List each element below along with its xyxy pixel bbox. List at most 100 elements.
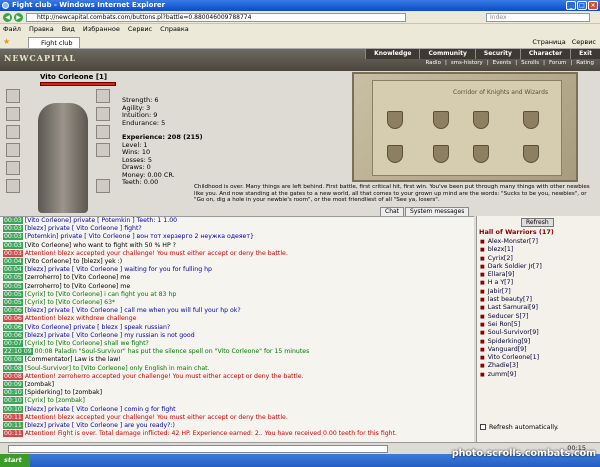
ie-logo-icon xyxy=(2,2,9,9)
menu-help[interactable]: Справка xyxy=(160,24,189,35)
hall-emblem-icon[interactable] xyxy=(473,145,489,163)
hall-emblem-icon[interactable] xyxy=(387,111,403,129)
page-menu[interactable]: Страница xyxy=(532,38,565,46)
chat-message: 22:10 09 00:08 Paladin "Soul-Survivor" h… xyxy=(0,348,474,356)
nav-character[interactable]: Character xyxy=(519,49,571,59)
chat-message: 00:08 [Commentator] Law is the law! xyxy=(0,356,474,364)
online-user[interactable]: Cyrix[2] xyxy=(480,255,542,263)
character-name-text[interactable]: Vito Corleone xyxy=(40,73,93,81)
game-header: NEWCAPITAL Knowledge Community Security … xyxy=(0,49,600,71)
chat-message: 00:03 [Vito Corleone] who want to fight … xyxy=(0,241,474,250)
equipment-slots xyxy=(6,87,114,222)
menu-view[interactable]: Вид xyxy=(62,24,75,35)
online-user[interactable]: Last Samurai[9] xyxy=(480,304,542,312)
forward-arrow-icon[interactable]: ▶ xyxy=(14,13,23,22)
chat-text: Attention! Fight is over. Total damage i… xyxy=(24,430,397,438)
chat-text: [blezx] private [ Vito Corleone ] call m… xyxy=(24,307,241,315)
nav-security[interactable]: Security xyxy=(474,49,520,59)
online-user[interactable]: H a Y[7] xyxy=(480,279,542,287)
subnav-rating[interactable]: Rating xyxy=(574,59,596,68)
url-input[interactable]: http://newcapital.combats.com/buttons.pl… xyxy=(26,13,406,22)
armor-slot[interactable] xyxy=(6,107,20,121)
nav-community[interactable]: Community xyxy=(419,49,475,59)
search-input[interactable]: Index xyxy=(486,13,590,22)
chat-timestamp: 00:11 xyxy=(3,430,23,438)
hall-emblem-icon[interactable] xyxy=(473,111,489,129)
hall-emblem-icon[interactable] xyxy=(523,111,539,129)
online-user[interactable]: Dark Soldier Jr[7] xyxy=(480,263,542,271)
nav-knowledge[interactable]: Knowledge xyxy=(365,49,420,59)
online-user[interactable]: Vanguard[9] xyxy=(480,346,542,354)
minimize-button[interactable]: _ xyxy=(566,1,576,10)
hall-emblem-icon[interactable] xyxy=(433,111,449,129)
chat-message: 00:03 Attention! blezx accepted your cha… xyxy=(0,249,474,258)
helmet-slot[interactable] xyxy=(6,89,20,103)
online-user[interactable]: Spiderking[9] xyxy=(480,338,542,346)
chat-text: [Cyrix] to [Vito Corleone] 63* xyxy=(24,299,116,307)
character-figure xyxy=(38,103,88,213)
auto-refresh-checkbox[interactable] xyxy=(480,424,486,430)
gloves-slot[interactable] xyxy=(6,161,20,175)
chat-message: 00:07 [Cyrix] to [Vito Corleone] shall w… xyxy=(0,340,474,348)
character-stats: Strength: 6 Agility: 3 Intuition: 9 Endu… xyxy=(122,96,203,187)
watermark: photo.scrolls.combats.com xyxy=(451,448,596,459)
online-user[interactable]: Ellara[9] xyxy=(480,271,542,279)
subnav-events[interactable]: Events xyxy=(491,59,514,68)
hall-emblem-icon[interactable] xyxy=(433,145,449,163)
nav-exit[interactable]: Exit xyxy=(570,49,600,59)
weapon-slot[interactable] xyxy=(6,125,20,139)
ring-slot[interactable] xyxy=(6,179,20,193)
subnav-radio[interactable]: Radio xyxy=(423,59,442,68)
location-title: Corridor of Knights and Wizards xyxy=(453,89,549,96)
chat-text: Attention! blezx withdrew challenge xyxy=(24,315,137,323)
back-arrow-icon[interactable]: ◀ xyxy=(3,13,12,22)
menu-file[interactable]: Файл xyxy=(3,24,21,35)
hall-emblem-icon[interactable] xyxy=(387,145,403,163)
chat-log: 00:03 [Vito Corleone] private [ Potemkin… xyxy=(0,216,474,442)
refresh-button[interactable]: Refresh xyxy=(521,218,554,227)
earring-slot[interactable] xyxy=(96,89,110,103)
intro-text: Childhood is over. Many things are left … xyxy=(194,184,590,203)
online-user[interactable]: last beauty[7] xyxy=(480,296,542,304)
message-input[interactable] xyxy=(8,445,388,453)
boots-slot[interactable] xyxy=(96,179,110,193)
auto-refresh-option[interactable]: Refresh automatically. xyxy=(480,424,559,431)
online-user[interactable]: Vito Corleone[1] xyxy=(480,354,542,362)
shield-slot[interactable] xyxy=(96,125,110,139)
chat-timestamp: 00:05 xyxy=(3,282,23,290)
online-user[interactable]: Alex-Monster[7] xyxy=(480,238,542,246)
chat-message: 00:10 [Cyrix] to [zombak] xyxy=(0,397,474,405)
online-user[interactable]: Sei Ron[5] xyxy=(480,321,542,329)
chat-message: 00:08 Attention! zerroherro accepted you… xyxy=(0,372,474,381)
favorites-star-icon[interactable]: ★ xyxy=(3,37,10,46)
online-user[interactable]: Jabir[7] xyxy=(480,288,542,296)
maximize-button[interactable]: □ xyxy=(577,1,587,10)
subnav-sms[interactable]: sms-history xyxy=(449,59,485,68)
chat-text: [Vito Corleone] private [ Potemkin ] Tee… xyxy=(24,217,178,224)
chat-timestamp: 00:11 xyxy=(3,422,23,430)
subnav-scrolls[interactable]: Scrolls xyxy=(519,59,541,68)
stat-endurance: Endurance: 5 xyxy=(122,118,166,127)
pants-slot[interactable] xyxy=(96,143,110,157)
online-user[interactable]: Seducer S[7] xyxy=(480,313,542,321)
start-button[interactable]: start xyxy=(0,454,30,467)
menu-edit[interactable]: Правка xyxy=(29,24,54,35)
tab-fight-club[interactable]: Fight club xyxy=(28,37,80,48)
belt-slot[interactable] xyxy=(6,143,20,157)
menu-favorites[interactable]: Избранное xyxy=(83,24,120,35)
chat-text: [zombak] xyxy=(24,381,55,389)
chat-timestamp: 00:03 xyxy=(3,241,23,249)
window-title: Fight club - Windows Internet Explorer xyxy=(12,1,166,9)
tools-menu[interactable]: Сервис xyxy=(572,38,596,46)
menu-tools[interactable]: Сервис xyxy=(128,24,152,35)
subnav-forum[interactable]: Forum xyxy=(547,59,568,68)
hall-emblem-icon[interactable] xyxy=(523,145,539,163)
online-user[interactable]: zumm[9] xyxy=(480,371,542,379)
chat-message: 00:03 [Vito Corleone] private [ Potemkin… xyxy=(0,217,474,225)
online-user[interactable]: Zhadie[3] xyxy=(480,362,542,370)
amulet-slot[interactable] xyxy=(96,107,110,121)
chat-message: 00:10 [Spiderking] to [zombak] xyxy=(0,389,474,397)
online-user[interactable]: Soul-Survivor[9] xyxy=(480,329,542,337)
close-button[interactable]: × xyxy=(588,1,598,10)
online-user[interactable]: blezx[1] xyxy=(480,246,542,254)
